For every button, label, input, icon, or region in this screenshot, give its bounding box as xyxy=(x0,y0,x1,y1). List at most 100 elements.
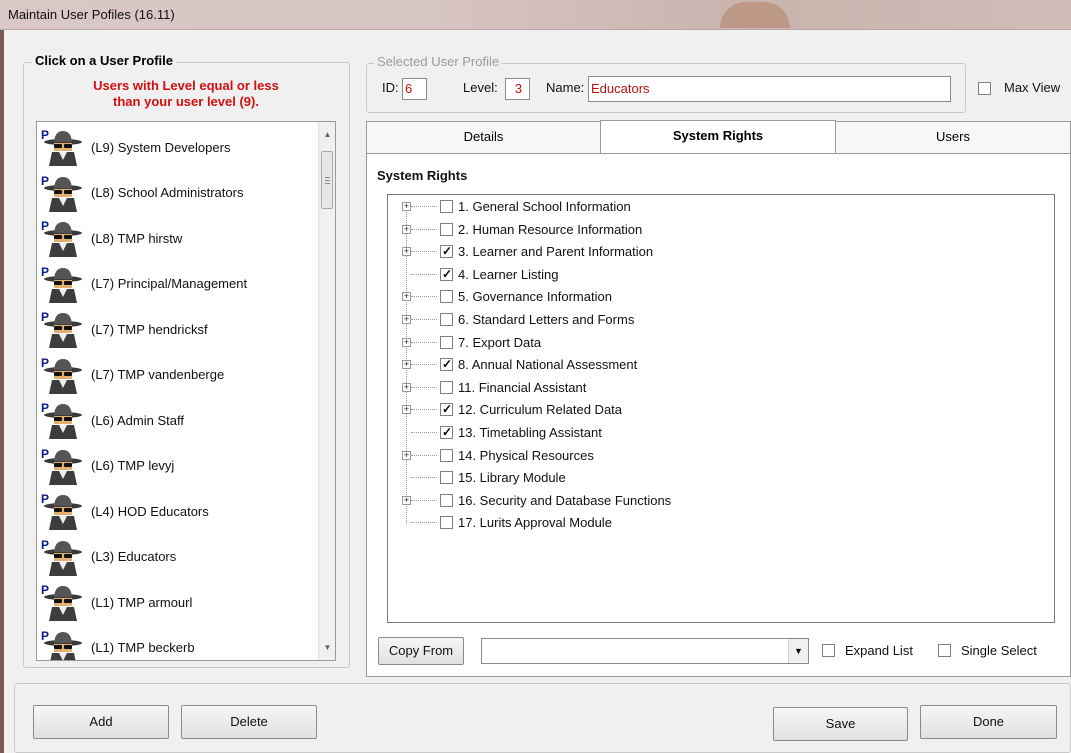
expand-plus-icon[interactable]: + xyxy=(402,337,411,347)
tab-users[interactable]: Users xyxy=(835,121,1071,153)
save-button[interactable]: Save xyxy=(773,707,908,741)
list-item[interactable]: P (L8) TMP hirstw xyxy=(37,215,317,261)
list-item-label: (L4) HOD Educators xyxy=(91,503,209,519)
window-title: Maintain User Pofiles (16.11) xyxy=(8,7,175,22)
tree-item[interactable]: +12. Curriculum Related Data xyxy=(388,399,1048,421)
expand-plus-icon[interactable]: + xyxy=(402,202,411,211)
expand-plus-icon[interactable]: + xyxy=(402,292,411,302)
svg-text:P: P xyxy=(41,219,49,233)
list-item[interactable]: P (L7) TMP hendricksf xyxy=(37,306,317,352)
list-item[interactable]: P (L9) System Developers xyxy=(37,124,317,170)
tree-item-checkbox[interactable] xyxy=(440,516,453,530)
tree-item-checkbox[interactable] xyxy=(440,471,453,485)
id-field[interactable]: 6 xyxy=(402,78,427,100)
tree-item-checkbox[interactable] xyxy=(440,290,453,304)
tree-item-checkbox[interactable] xyxy=(440,222,453,236)
tree-item-label: 16. Security and Database Functions xyxy=(458,492,672,508)
list-item[interactable]: P (L6) Admin Staff xyxy=(37,397,317,443)
tree-item[interactable]: +8. Annual National Assessment xyxy=(388,354,1048,376)
copy-from-dropdown[interactable]: ▼ xyxy=(481,638,809,664)
expand-plus-icon[interactable]: + xyxy=(402,495,411,505)
scroll-thumb[interactable] xyxy=(321,151,333,209)
tree-item[interactable]: +11. Financial Assistant xyxy=(388,377,1048,399)
list-item[interactable]: P (L7) TMP vandenberge xyxy=(37,352,317,398)
list-item-label: (L6) Admin Staff xyxy=(91,412,184,428)
expand-plus-icon[interactable]: + xyxy=(402,224,411,234)
list-item[interactable]: P (L6) TMP levyj xyxy=(37,443,317,489)
list-item[interactable]: P (L3) Educators xyxy=(37,534,317,580)
expand-plus-icon[interactable]: + xyxy=(402,405,411,415)
tab-system-rights[interactable]: System Rights xyxy=(600,120,836,154)
single-select-checkbox[interactable] xyxy=(938,644,951,657)
tree-item-label: 15. Library Module xyxy=(458,470,566,486)
list-item-label: (L7) TMP vandenberge xyxy=(91,367,225,382)
delete-button[interactable]: Delete xyxy=(181,705,317,739)
tree-item[interactable]: +1. General School Information xyxy=(388,196,1048,218)
tree-item-checkbox[interactable] xyxy=(440,493,453,507)
expand-plus-icon[interactable]: + xyxy=(402,247,411,257)
svg-text:P: P xyxy=(41,174,49,188)
list-item[interactable]: P (L1) TMP beckerb xyxy=(37,625,317,660)
footer-group xyxy=(14,683,1071,753)
tree-item[interactable]: 17. Lurits Approval Module xyxy=(388,512,1048,534)
tree-item[interactable]: +7. Export Data xyxy=(388,332,1048,354)
profile-list-scrollbar[interactable]: ▲ ▼ xyxy=(318,122,335,660)
list-item[interactable]: P (L8) School Administrators xyxy=(37,170,317,216)
expand-plus-icon[interactable]: + xyxy=(402,382,411,392)
tree-item[interactable]: +6. Standard Letters and Forms xyxy=(388,309,1048,331)
tree-item[interactable]: 15. Library Module xyxy=(388,467,1048,489)
max-view-checkbox[interactable] xyxy=(978,82,991,95)
tree-item-label: 17. Lurits Approval Module xyxy=(458,515,612,531)
svg-text:P: P xyxy=(41,492,49,506)
scroll-up-arrow-icon[interactable]: ▲ xyxy=(319,126,335,143)
tree-item-checkbox[interactable] xyxy=(440,335,453,349)
tree-item-checkbox[interactable] xyxy=(440,425,453,439)
tree-item-checkbox[interactable] xyxy=(440,313,453,326)
expand-list-checkbox[interactable] xyxy=(822,644,835,657)
expand-plus-icon[interactable]: + xyxy=(402,360,411,370)
tree-item-label: 3. Learner and Parent Information xyxy=(458,244,654,260)
list-item-label: (L8) School Administrators xyxy=(91,185,244,200)
expand-plus-icon[interactable]: + xyxy=(402,450,411,460)
selected-profile-label: Selected User Profile xyxy=(374,54,503,69)
user-profile-icon: P xyxy=(41,629,85,660)
svg-text:P: P xyxy=(41,401,49,415)
level-field[interactable]: 3 xyxy=(505,78,530,100)
name-field[interactable]: Educators xyxy=(588,76,951,102)
system-rights-tree[interactable]: +1. General School Information +2. Human … xyxy=(387,194,1055,623)
tree-item-checkbox[interactable] xyxy=(440,267,453,281)
tree-item[interactable]: 13. Timetabling Assistant xyxy=(388,422,1048,444)
svg-text:P: P xyxy=(41,583,49,597)
list-item-label: (L7) Principal/Management xyxy=(91,276,248,291)
tree-item-checkbox[interactable] xyxy=(440,402,453,417)
expand-plus-icon[interactable]: + xyxy=(402,315,411,324)
tab-details[interactable]: Details xyxy=(366,121,601,153)
tree-item-label: 14. Physical Resources xyxy=(458,447,594,463)
list-item[interactable]: P (L4) HOD Educators xyxy=(37,488,317,534)
tree-item-checkbox[interactable] xyxy=(440,200,453,213)
tree-item-checkbox[interactable] xyxy=(440,448,453,462)
tree-item-label: 8. Annual National Assessment xyxy=(458,357,638,373)
tree-item[interactable]: +14. Physical Resources xyxy=(388,445,1048,467)
tree-item[interactable]: +3. Learner and Parent Information xyxy=(388,241,1048,263)
chevron-down-icon[interactable]: ▼ xyxy=(788,639,808,663)
copy-from-button[interactable]: Copy From xyxy=(378,637,464,665)
scroll-down-arrow-icon[interactable]: ▼ xyxy=(319,639,335,656)
profile-list[interactable]: P (L9) System Developers P (L8) School Admi… xyxy=(36,121,336,661)
background-decoration xyxy=(720,2,790,28)
tree-item-checkbox[interactable] xyxy=(440,380,453,394)
profile-list-label: Click on a User Profile xyxy=(32,53,176,68)
done-button[interactable]: Done xyxy=(920,705,1057,739)
main-window: Maintain User Pofiles (16.11) Click on a… xyxy=(0,0,1071,753)
tree-item[interactable]: +16. Security and Database Functions xyxy=(388,490,1048,512)
list-item[interactable]: P (L1) TMP armourl xyxy=(37,579,317,625)
list-item[interactable]: P (L7) Principal/Management xyxy=(37,261,317,307)
tree-item[interactable]: 4. Learner Listing xyxy=(388,264,1048,286)
add-button[interactable]: Add xyxy=(33,705,169,739)
tree-item-checkbox[interactable] xyxy=(440,244,453,259)
tree-item-label: 4. Learner Listing xyxy=(458,266,559,282)
tree-item-checkbox[interactable] xyxy=(440,357,453,372)
tree-item[interactable]: +5. Governance Information xyxy=(388,286,1048,308)
user-profile-icon: P xyxy=(41,128,85,166)
tree-item[interactable]: +2. Human Resource Information xyxy=(388,219,1048,241)
